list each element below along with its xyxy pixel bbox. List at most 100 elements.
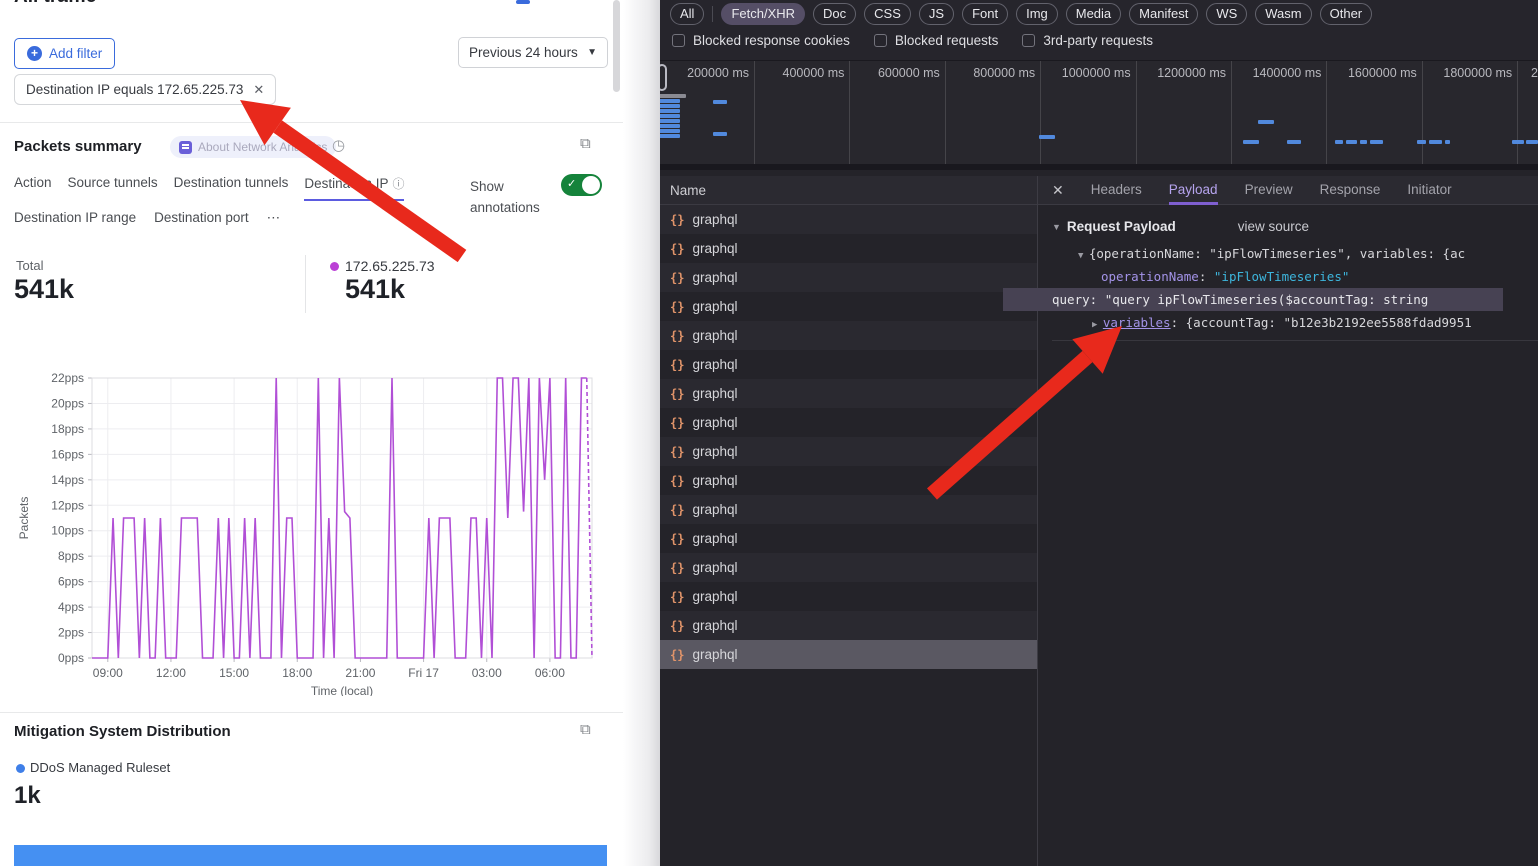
svg-text:Packets: Packets: [17, 497, 31, 540]
tab-response[interactable]: Response: [1320, 176, 1381, 205]
request-timeline-mark: [1243, 140, 1259, 144]
filter-pill-media[interactable]: Media: [1066, 3, 1121, 25]
view-source-link[interactable]: view source: [1238, 219, 1309, 234]
request-row-graphql[interactable]: {}graphql: [660, 466, 1037, 495]
tab-preview[interactable]: Preview: [1245, 176, 1293, 205]
expand-panel-icon[interactable]: ⧉: [580, 135, 591, 152]
svg-text:03:00: 03:00: [472, 666, 502, 680]
request-row-graphql[interactable]: {}graphql: [660, 524, 1037, 553]
payload-row-query[interactable]: query: "query ipFlowTimeseries($accountT…: [1003, 288, 1503, 311]
checkbox-3rd-party-requests[interactable]: 3rd-party requests: [1022, 33, 1153, 48]
json-braces-icon: {}: [670, 648, 684, 662]
filter-pill-css[interactable]: CSS: [864, 3, 911, 25]
filter-pill-all[interactable]: All: [670, 3, 704, 25]
filter-pill-ws[interactable]: WS: [1206, 3, 1247, 25]
payload-row-operation-name[interactable]: operationName: "ipFlowTimeseries": [1052, 265, 1538, 288]
request-row-graphql[interactable]: {}graphql: [660, 292, 1037, 321]
checkbox-label: Blocked requests: [895, 33, 999, 48]
filter-pill-font[interactable]: Font: [962, 3, 1008, 25]
json-braces-icon: {}: [670, 503, 684, 517]
tab-destination-port[interactable]: Destination port: [154, 210, 249, 226]
expand-panel-icon[interactable]: ⧉: [580, 721, 591, 738]
collapse-triangle-icon[interactable]: ▼: [1052, 222, 1061, 232]
request-timeline-mark: [660, 114, 680, 118]
name-column-header[interactable]: Name: [660, 176, 1037, 205]
request-row-graphql[interactable]: {}graphql: [660, 437, 1037, 466]
analytics-dashboard-panel: All traffic + Add filter Previous 24 hou…: [0, 0, 623, 866]
filter-pill-img[interactable]: Img: [1016, 3, 1058, 25]
filter-pill-other[interactable]: Other: [1320, 3, 1373, 25]
more-tabs-icon[interactable]: ⋯: [267, 210, 281, 226]
close-icon[interactable]: ✕: [1052, 182, 1064, 199]
request-timeline-mark: [660, 109, 680, 113]
add-filter-button[interactable]: + Add filter: [14, 38, 115, 69]
timeline-tick-label: 1400000 ms: [1235, 66, 1321, 80]
request-timeline-mark: [660, 134, 680, 138]
time-range-dropdown[interactable]: Previous 24 hours ▼: [458, 37, 608, 68]
request-row-graphql[interactable]: {}graphql: [660, 495, 1037, 524]
check-icon: ✓: [567, 177, 576, 190]
tab-payload[interactable]: Payload: [1169, 176, 1218, 205]
request-name: graphql: [692, 647, 737, 662]
request-row-graphql[interactable]: {} graphql: [660, 640, 1037, 669]
request-detail-pane: ✕ Headers Payload Preview Response Initi…: [1038, 176, 1538, 866]
timeline-gridline: [1231, 61, 1232, 170]
request-timeline-mark: [1360, 140, 1367, 144]
request-name: graphql: [692, 212, 737, 227]
request-row-graphql[interactable]: {}graphql: [660, 611, 1037, 640]
request-name: graphql: [692, 531, 737, 546]
request-timeline-mark: [1335, 140, 1343, 144]
checkbox-blocked-response-cookies[interactable]: Blocked response cookies: [672, 33, 850, 48]
request-row-graphql[interactable]: {}graphql: [660, 379, 1037, 408]
request-timeline-mark: [660, 129, 680, 133]
remove-filter-icon[interactable]: ✕: [253, 82, 264, 98]
request-row-graphql[interactable]: {}graphql: [660, 350, 1037, 379]
filter-pill-js[interactable]: JS: [919, 3, 954, 25]
checkbox-icon[interactable]: [874, 34, 887, 47]
filter-chip[interactable]: Destination IP equals 172.65.225.73 ✕: [14, 74, 276, 105]
network-overview-timeline[interactable]: 200000 ms400000 ms600000 ms800000 ms1000…: [660, 61, 1538, 170]
checkbox-icon[interactable]: [1022, 34, 1035, 47]
request-row-graphql[interactable]: {}graphql: [660, 321, 1037, 350]
request-timeline-mark: [660, 124, 680, 128]
timeline-tick-label: 1800000 ms: [1426, 66, 1512, 80]
request-row-graphql[interactable]: {}graphql: [660, 205, 1037, 234]
request-timeline-mark: [660, 99, 680, 103]
timeline-gridline: [945, 61, 946, 170]
timeline-tick-label: 800000 ms: [949, 66, 1035, 80]
svg-text:14pps: 14pps: [51, 473, 84, 487]
tab-action[interactable]: Action: [14, 175, 52, 201]
filter-pill-manifest[interactable]: Manifest: [1129, 3, 1198, 25]
json-braces-icon: {}: [670, 619, 684, 633]
request-row-graphql[interactable]: {}graphql: [660, 234, 1037, 263]
tab-destination-tunnels[interactable]: Destination tunnels: [174, 175, 289, 201]
json-braces-icon: {}: [670, 358, 684, 372]
tab-source-tunnels[interactable]: Source tunnels: [68, 175, 158, 201]
payload-row-variables[interactable]: ▶ variables: {accountTag: "b12e3b2192ee5…: [1052, 311, 1538, 334]
timeline-tick-label: 1200000 ms: [1140, 66, 1226, 80]
checkbox-icon[interactable]: [672, 34, 685, 47]
payload-preview-line[interactable]: ▼ {operationName: "ipFlowTimeseries", va…: [1052, 242, 1538, 265]
request-row-graphql[interactable]: {}graphql: [660, 263, 1037, 292]
filter-pill-fetch-xhr[interactable]: Fetch/XHR: [721, 3, 805, 25]
request-row-graphql[interactable]: {}graphql: [660, 553, 1037, 582]
timeline-gridline: [1517, 61, 1518, 170]
filter-pill-wasm[interactable]: Wasm: [1255, 3, 1311, 25]
expand-triangle-icon[interactable]: ▶: [1092, 320, 1103, 330]
checkbox-blocked-requests[interactable]: Blocked requests: [874, 33, 999, 48]
tab-destination-ip[interactable]: Destination IPⓘ: [304, 175, 404, 201]
info-icon: ⓘ: [392, 177, 404, 191]
tab-initiator[interactable]: Initiator: [1407, 176, 1451, 205]
request-row-graphql[interactable]: {}graphql: [660, 582, 1037, 611]
packets-timeseries-chart[interactable]: 0pps2pps4pps6pps8pps10pps12pps14pps16pps…: [14, 360, 607, 696]
total-label: Total: [16, 258, 43, 273]
tab-destination-ip-range[interactable]: Destination IP range: [14, 210, 136, 226]
vertical-scrollbar[interactable]: [613, 0, 620, 92]
collapse-triangle-icon[interactable]: ▼: [1078, 251, 1089, 261]
tab-headers[interactable]: Headers: [1091, 176, 1142, 205]
series-legend-dot: [330, 262, 339, 271]
about-network-analytics-badge[interactable]: About Network Analytics: [170, 136, 336, 158]
request-row-graphql[interactable]: {}graphql: [660, 408, 1037, 437]
show-annotations-toggle[interactable]: ✓: [561, 174, 602, 196]
filter-pill-doc[interactable]: Doc: [813, 3, 856, 25]
